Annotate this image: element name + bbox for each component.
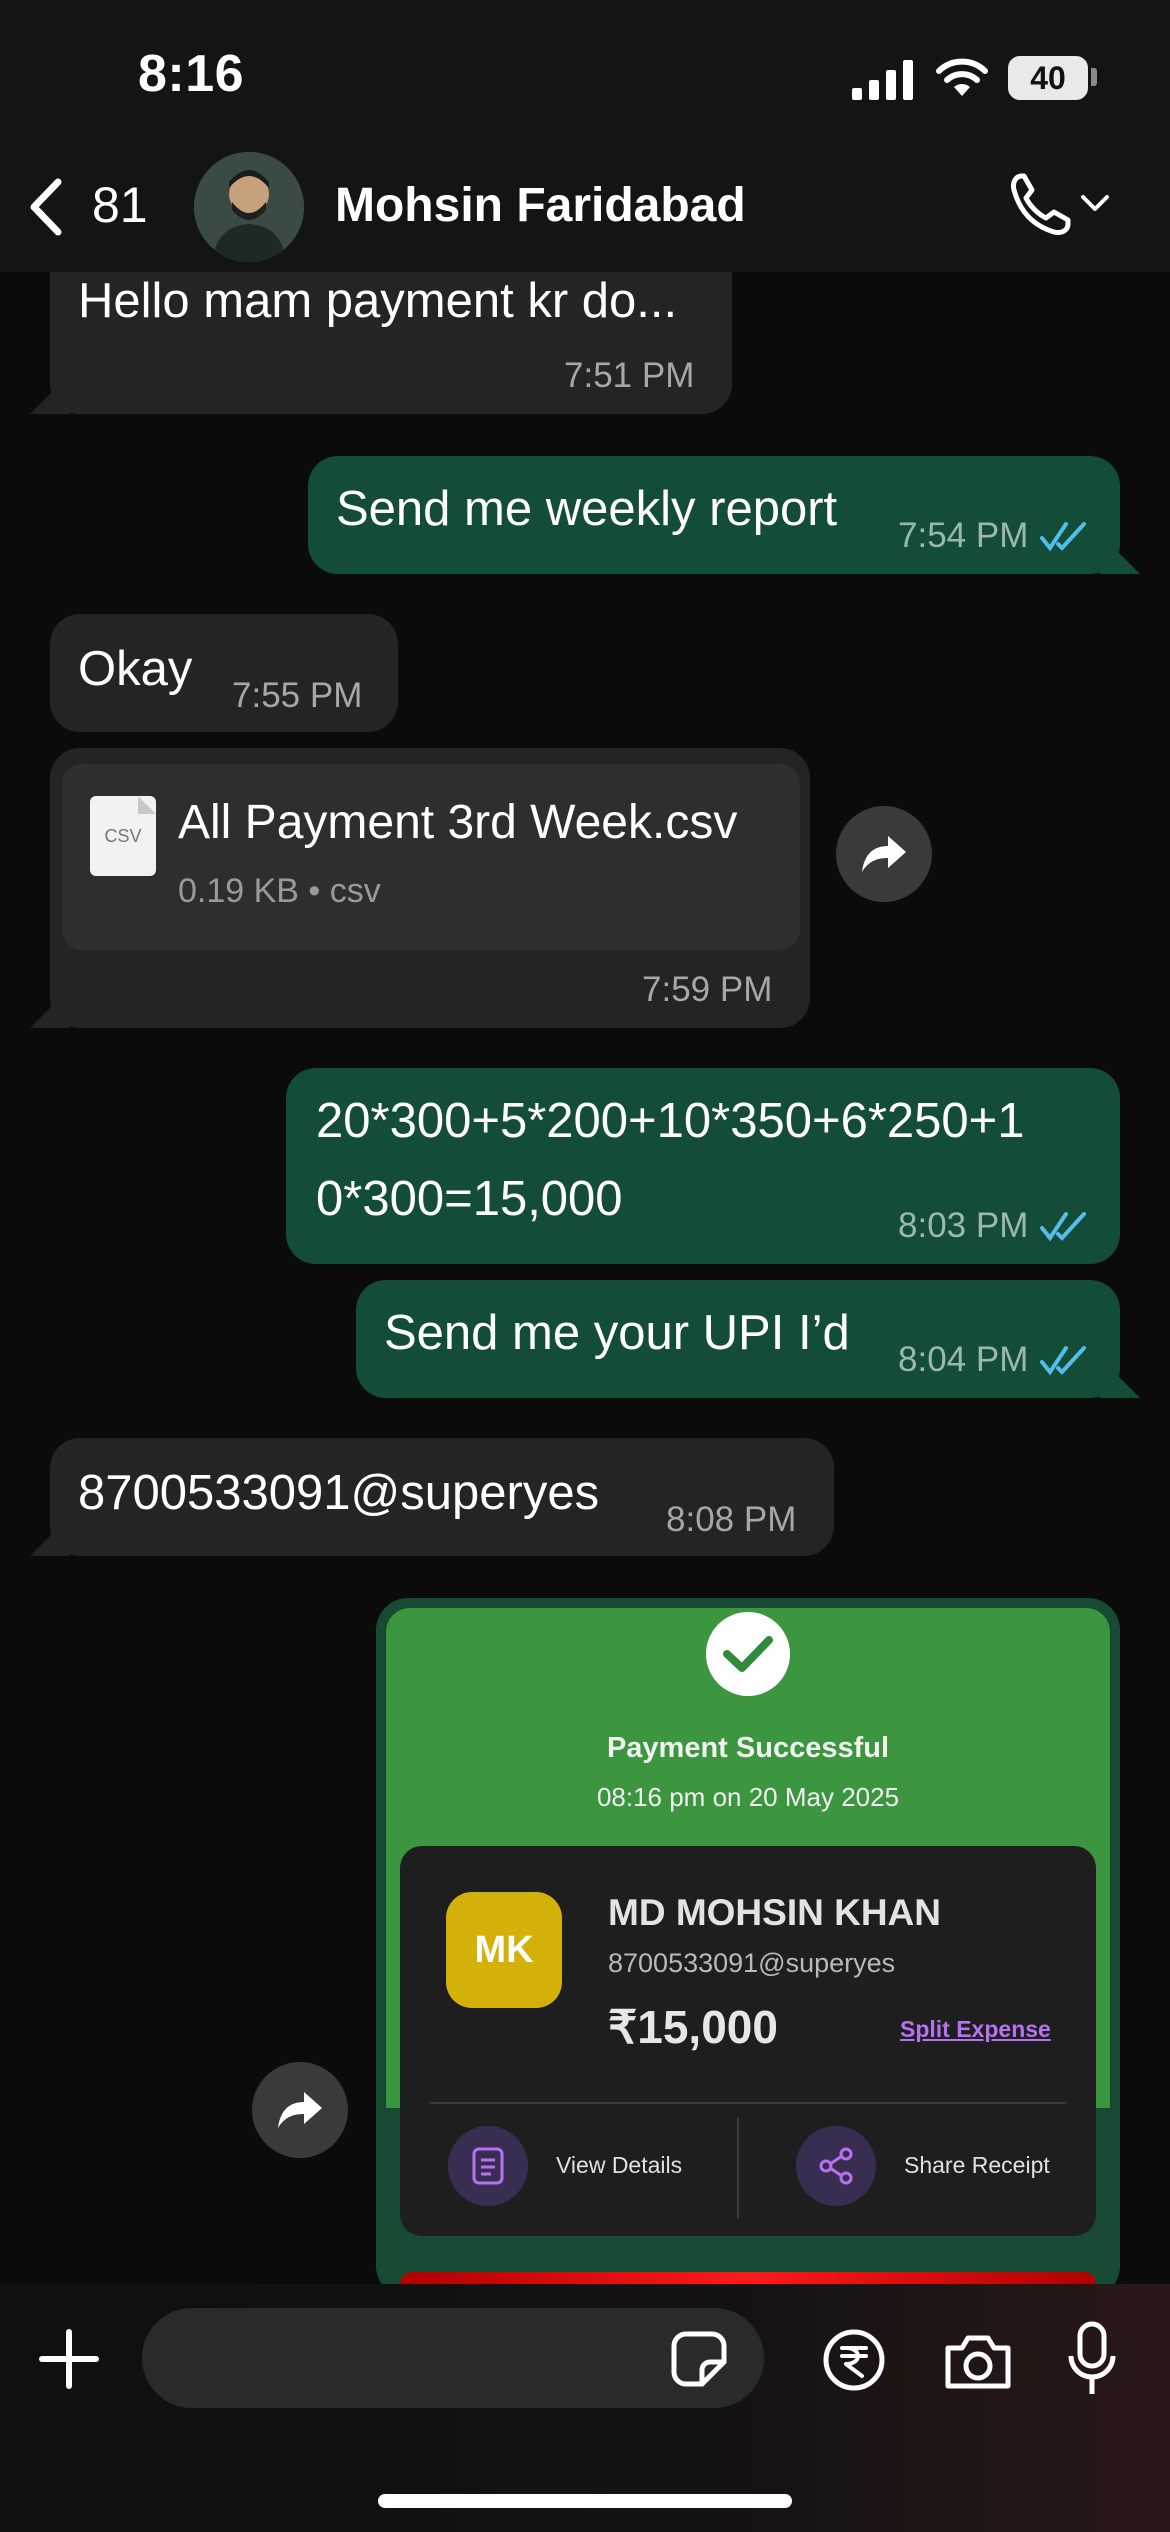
payment-datetime: 08:16 pm on 20 May 2025 xyxy=(596,1782,900,1812)
payee-name: MD MOHSIN KHAN xyxy=(608,1892,941,1933)
back-arrow-icon[interactable] xyxy=(26,178,64,236)
message-time: 7:55 PM xyxy=(232,676,363,715)
message-time: 8:04 PM xyxy=(898,1340,1029,1379)
battery-cap xyxy=(1091,68,1097,86)
message-time-m1: 7:51 PM xyxy=(564,356,695,395)
split-expense-link: Split Expense xyxy=(900,2016,1051,2042)
payment-amount: ₹15,000 xyxy=(608,2001,778,2053)
share-receipt-icon xyxy=(796,2126,876,2206)
bubble-tail xyxy=(1100,1358,1140,1398)
payee-upi-id: 8700533091@superyes xyxy=(608,1948,896,1978)
message-time: 8:03 PM xyxy=(898,1206,1029,1245)
file-name: All Payment 3rd Week.csv xyxy=(178,796,738,849)
file-meta: 0.19 KB • csv xyxy=(178,872,381,910)
forward-button[interactable] xyxy=(836,806,932,902)
read-receipt-ticks-icon xyxy=(1040,1212,1086,1242)
forward-arrow-icon xyxy=(278,2092,322,2128)
sticker-icon[interactable] xyxy=(670,2330,728,2388)
message-time: 8:08 PM xyxy=(666,1500,797,1539)
document-icon xyxy=(472,2147,504,2185)
message-text-line2: 0*300=15,000 xyxy=(316,1172,623,1226)
share-nodes-icon xyxy=(819,2147,853,2185)
checkmark-icon xyxy=(723,1636,773,1672)
card-divider xyxy=(430,2102,1066,2104)
action-divider xyxy=(737,2118,739,2218)
csv-file-icon: CSV xyxy=(90,796,156,876)
chat-title[interactable]: Mohsin Faridabad xyxy=(335,178,746,233)
rupee-payment-icon[interactable] xyxy=(822,2328,886,2392)
forward-button[interactable] xyxy=(252,2062,348,2158)
message-text: 8700533091@superyes xyxy=(78,1466,600,1520)
file-icon-label: CSV xyxy=(104,825,142,846)
payment-status-title: Payment Successful xyxy=(606,1732,890,1764)
share-receipt-label: Share Receipt xyxy=(904,2152,1050,2178)
view-details-icon xyxy=(448,2126,528,2206)
microphone-icon[interactable] xyxy=(1066,2320,1118,2400)
profile-photo[interactable] xyxy=(194,152,304,262)
voice-call-icon[interactable] xyxy=(1008,172,1072,238)
avatar-person-icon xyxy=(194,152,304,262)
message-text-m1: Hello mam payment kr do... xyxy=(78,274,678,328)
back-unread-count[interactable]: 81 xyxy=(92,176,148,234)
plus-attach-icon[interactable] xyxy=(38,2328,100,2390)
signal-bars-icon xyxy=(852,60,913,100)
battery-level: 40 xyxy=(1008,56,1088,100)
message-text-line1: 20*300+5*200+10*350+6*250+1 xyxy=(316,1094,1025,1148)
payee-initials-badge: MK xyxy=(446,1892,562,2008)
read-receipt-ticks-icon xyxy=(1040,1346,1086,1376)
call-menu-chevron-icon[interactable] xyxy=(1080,194,1110,214)
camera-icon[interactable] xyxy=(942,2330,1014,2392)
home-indicator xyxy=(378,2494,792,2508)
wifi-status-icon xyxy=(936,58,988,96)
message-text: Send me your UPI I’d xyxy=(384,1306,850,1360)
message-text: Send me weekly report xyxy=(336,482,838,536)
bubble-tail xyxy=(1100,534,1140,574)
read-receipt-ticks-icon xyxy=(1040,522,1086,552)
status-time-display: 8:16 xyxy=(138,45,245,103)
message-text: Okay xyxy=(78,642,193,696)
view-details-label: View Details xyxy=(556,2152,683,2178)
message-time: 7:59 PM xyxy=(642,970,773,1009)
message-time: 7:54 PM xyxy=(898,516,1029,555)
success-check-badge xyxy=(706,1612,790,1696)
forward-arrow-icon xyxy=(862,836,906,872)
